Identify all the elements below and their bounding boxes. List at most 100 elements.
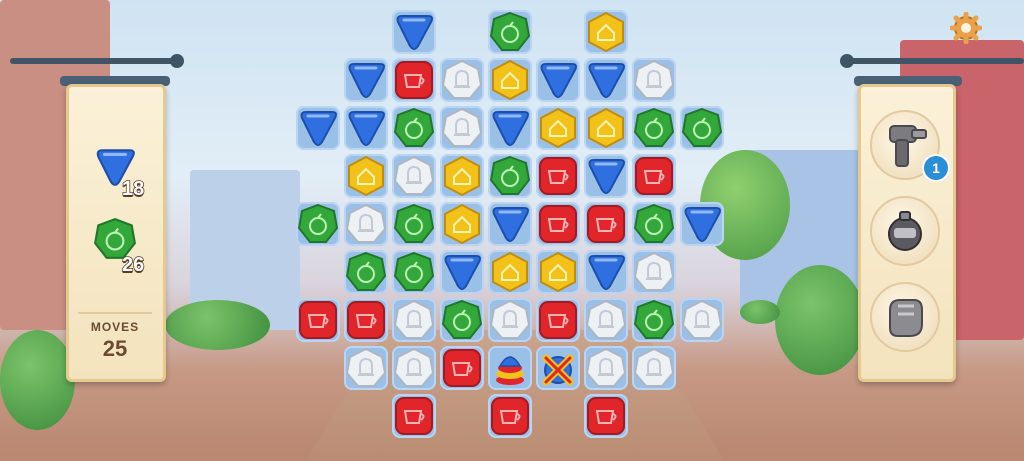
board-cell[interactable] <box>584 154 628 198</box>
green-apple-piece-icon[interactable] <box>440 298 484 342</box>
board-cell[interactable] <box>488 154 532 198</box>
red-cup-piece-icon[interactable] <box>632 154 676 198</box>
board-cell[interactable] <box>632 106 676 150</box>
board-cell[interactable] <box>440 106 484 150</box>
board-cell[interactable] <box>680 202 724 246</box>
white-bell-piece-icon[interactable] <box>680 298 724 342</box>
board-cell[interactable] <box>440 202 484 246</box>
board-cell[interactable] <box>344 154 388 198</box>
board-cell[interactable] <box>440 250 484 294</box>
board-cell[interactable] <box>392 250 436 294</box>
board-cell[interactable] <box>488 298 532 342</box>
board-cell[interactable] <box>392 298 436 342</box>
board-cell[interactable] <box>584 202 628 246</box>
yellow-house-piece-icon[interactable] <box>488 58 532 102</box>
board-cell[interactable] <box>488 202 532 246</box>
white-bell-piece-icon[interactable] <box>488 298 532 342</box>
blue-triangle-piece-icon[interactable] <box>680 202 724 246</box>
yellow-house-piece-icon[interactable] <box>584 10 628 54</box>
cross-bomb-special-icon[interactable] <box>536 346 580 390</box>
green-apple-piece-icon[interactable] <box>632 202 676 246</box>
board-cell[interactable] <box>632 154 676 198</box>
blue-triangle-piece-icon[interactable] <box>584 154 628 198</box>
green-apple-piece-icon[interactable] <box>488 10 532 54</box>
green-apple-piece-icon[interactable] <box>392 250 436 294</box>
blue-triangle-piece-icon[interactable] <box>488 106 532 150</box>
board-cell[interactable] <box>488 58 532 102</box>
board-cell[interactable] <box>632 298 676 342</box>
green-apple-piece-icon[interactable] <box>488 154 532 198</box>
yellow-house-piece-icon[interactable] <box>440 202 484 246</box>
yellow-house-piece-icon[interactable] <box>488 250 532 294</box>
board-cell[interactable] <box>632 58 676 102</box>
blue-triangle-piece-icon[interactable] <box>440 250 484 294</box>
white-bell-piece-icon[interactable] <box>392 298 436 342</box>
board-cell[interactable] <box>488 394 532 438</box>
board-cell[interactable] <box>488 106 532 150</box>
board-cell[interactable] <box>536 154 580 198</box>
board-cell[interactable] <box>440 58 484 102</box>
board-cell[interactable] <box>392 202 436 246</box>
red-cup-piece-icon[interactable] <box>344 298 388 342</box>
green-apple-piece-icon[interactable] <box>680 106 724 150</box>
board-cell[interactable] <box>536 298 580 342</box>
yellow-house-piece-icon[interactable] <box>440 154 484 198</box>
white-bell-piece-icon[interactable] <box>632 346 676 390</box>
board-cell[interactable] <box>392 10 436 54</box>
spinning-top-special-icon[interactable] <box>488 346 532 390</box>
board-cell[interactable] <box>536 346 580 390</box>
blue-triangle-piece-icon[interactable] <box>488 202 532 246</box>
board-cell[interactable] <box>440 154 484 198</box>
white-bell-piece-icon[interactable] <box>584 298 628 342</box>
blue-triangle-piece-icon[interactable] <box>296 106 340 150</box>
yellow-house-piece-icon[interactable] <box>344 154 388 198</box>
white-bell-piece-icon[interactable] <box>584 346 628 390</box>
board-cell[interactable] <box>584 394 628 438</box>
board-cell[interactable] <box>440 346 484 390</box>
board-cell[interactable] <box>344 298 388 342</box>
board-cell[interactable] <box>536 250 580 294</box>
green-apple-piece-icon[interactable] <box>296 202 340 246</box>
red-cup-piece-icon[interactable] <box>392 394 436 438</box>
red-cup-piece-icon[interactable] <box>392 58 436 102</box>
white-bell-piece-icon[interactable] <box>344 346 388 390</box>
board-cell[interactable] <box>488 346 532 390</box>
red-cup-piece-icon[interactable] <box>488 394 532 438</box>
white-bell-piece-icon[interactable] <box>392 346 436 390</box>
blue-triangle-piece-icon[interactable] <box>536 58 580 102</box>
board-cell[interactable] <box>536 58 580 102</box>
board-cell[interactable] <box>584 298 628 342</box>
blue-triangle-piece-icon[interactable] <box>344 58 388 102</box>
board-cell[interactable] <box>344 58 388 102</box>
blue-triangle-piece-icon[interactable] <box>584 250 628 294</box>
board-cell[interactable] <box>584 250 628 294</box>
board-cell[interactable] <box>440 298 484 342</box>
red-cup-piece-icon[interactable] <box>440 346 484 390</box>
board-cell[interactable] <box>392 154 436 198</box>
board-cell[interactable] <box>680 298 724 342</box>
board-cell[interactable] <box>488 250 532 294</box>
blue-triangle-piece-icon[interactable] <box>344 106 388 150</box>
board-cell[interactable] <box>584 58 628 102</box>
board-cell[interactable] <box>536 106 580 150</box>
blue-triangle-piece-icon[interactable] <box>584 58 628 102</box>
board-cell[interactable] <box>584 106 628 150</box>
board-cell[interactable] <box>344 250 388 294</box>
green-apple-piece-icon[interactable] <box>632 106 676 150</box>
white-bell-piece-icon[interactable] <box>392 154 436 198</box>
yellow-house-piece-icon[interactable] <box>536 250 580 294</box>
white-bell-piece-icon[interactable] <box>632 250 676 294</box>
board-cell[interactable] <box>392 394 436 438</box>
white-bell-piece-icon[interactable] <box>632 58 676 102</box>
white-bell-piece-icon[interactable] <box>440 106 484 150</box>
red-cup-piece-icon[interactable] <box>536 202 580 246</box>
red-cup-piece-icon[interactable] <box>536 154 580 198</box>
blue-triangle-piece-icon[interactable] <box>392 10 436 54</box>
yellow-house-piece-icon[interactable] <box>584 106 628 150</box>
board-cell[interactable] <box>632 346 676 390</box>
yellow-house-piece-icon[interactable] <box>536 106 580 150</box>
green-apple-piece-icon[interactable] <box>392 106 436 150</box>
green-apple-piece-icon[interactable] <box>344 250 388 294</box>
red-cup-piece-icon[interactable] <box>584 394 628 438</box>
green-apple-piece-icon[interactable] <box>392 202 436 246</box>
